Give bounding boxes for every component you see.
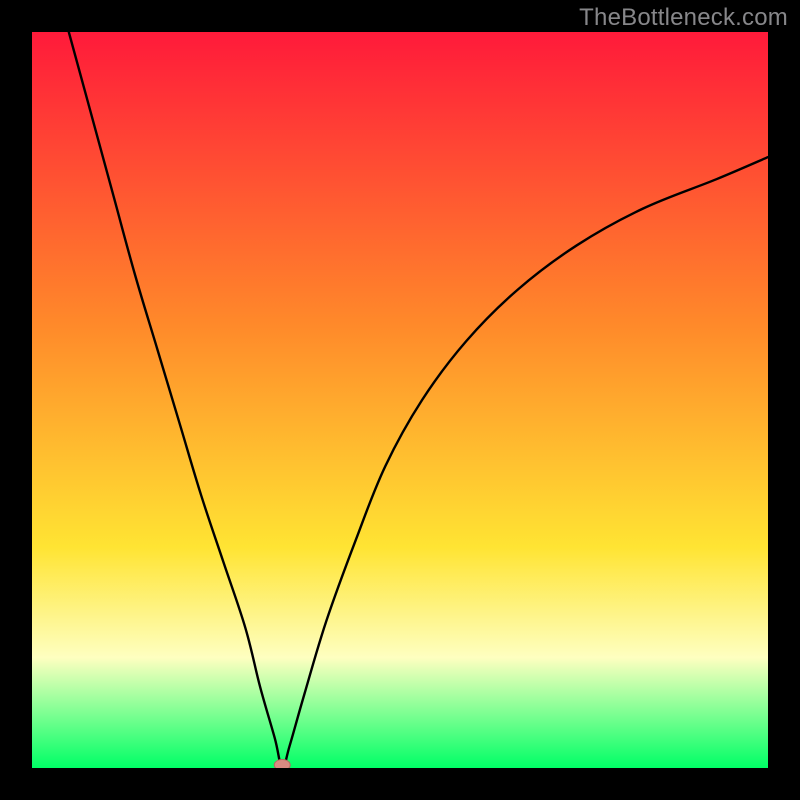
optimal-point-marker [274,760,290,769]
plot-area [32,32,768,768]
bottleneck-chart [32,32,768,768]
chart-root: TheBottleneck.com [0,0,800,800]
gradient-background [32,32,768,768]
watermark-text: TheBottleneck.com [579,4,788,32]
